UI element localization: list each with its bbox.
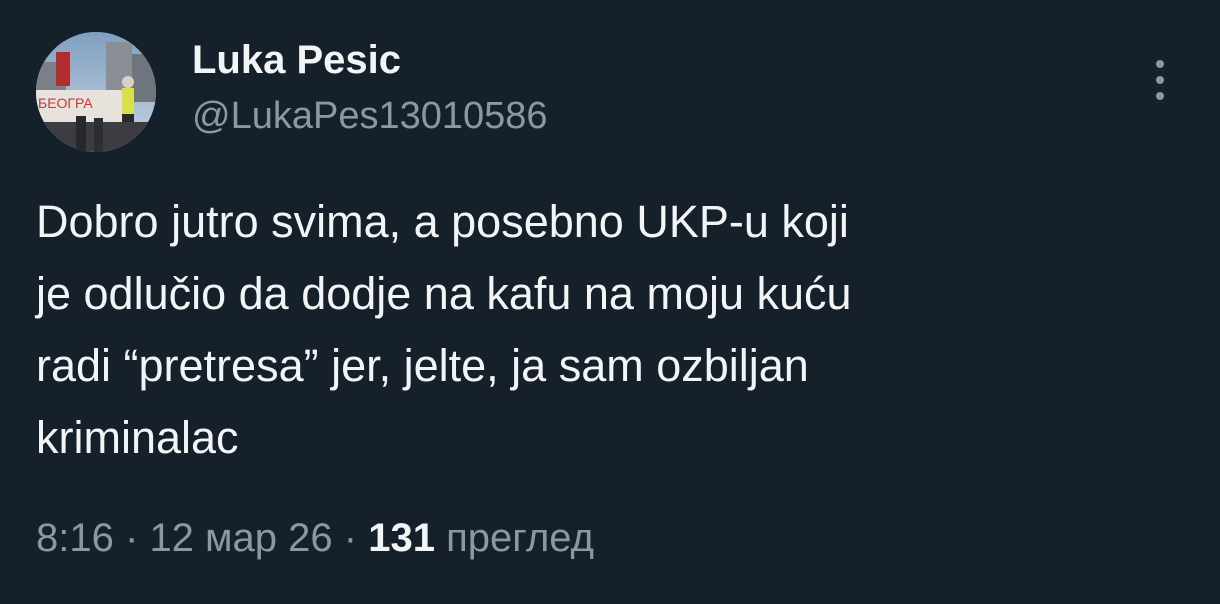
tweet-time[interactable]: 8:16 (36, 516, 114, 560)
tweet-date[interactable]: 12 мар 26 (149, 516, 332, 560)
avatar-photo: БЕОГРА (36, 32, 156, 152)
views-label[interactable]: преглед (446, 516, 594, 560)
meta-separator: · (343, 516, 358, 560)
tweet-meta: 8:16 · 12 мар 26 · 131 преглед (36, 514, 594, 562)
avatar[interactable]: БЕОГРА (36, 32, 156, 152)
author-handle[interactable]: @LukaPes13010586 (192, 94, 548, 140)
more-vertical-icon[interactable] (1148, 58, 1172, 102)
meta-separator: · (124, 516, 139, 560)
tweet-card: БЕОГРА Luka Pesic @LukaPes13010586 Dobro… (0, 0, 1220, 604)
tweet-text: Dobro jutro svima, a posebno UKP-u koji … (36, 196, 852, 463)
avatar-banner-text: БЕОГРА (38, 95, 93, 111)
author-name[interactable]: Luka Pesic (192, 36, 401, 84)
views-count[interactable]: 131 (368, 516, 435, 560)
